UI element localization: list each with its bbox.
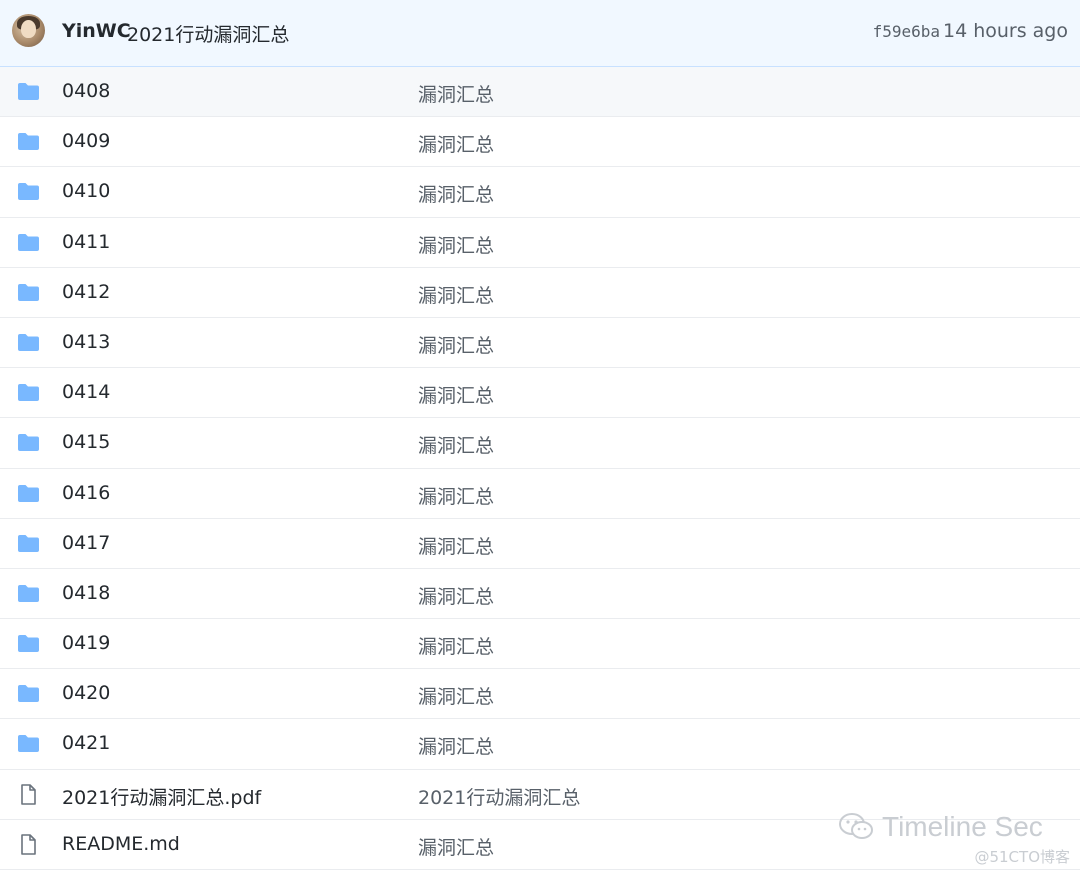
commit-message-link[interactable]: 2021行动漏洞汇总 xyxy=(127,20,289,47)
folder-name-link[interactable]: 0417 xyxy=(62,532,110,554)
commit-age: 14 hours ago xyxy=(942,20,1068,42)
folder-icon xyxy=(17,484,40,503)
folder-name-link[interactable]: 0419 xyxy=(62,632,110,654)
file-row[interactable]: 0413 漏洞汇总 xyxy=(0,317,1080,369)
folder-name-link[interactable]: 0414 xyxy=(62,381,110,403)
file-row[interactable]: 0421 漏洞汇总 xyxy=(0,719,1080,770)
commit-message-link[interactable]: 漏洞汇总 xyxy=(418,582,494,609)
file-row[interactable]: 0411 漏洞汇总 xyxy=(0,217,1080,268)
folder-name-link[interactable]: 0413 xyxy=(62,331,110,353)
folder-icon xyxy=(17,734,40,753)
folder-icon xyxy=(17,684,40,703)
file-row[interactable]: 0412 漏洞汇总 xyxy=(0,267,1080,318)
folder-name-link[interactable]: 0415 xyxy=(62,431,110,453)
file-icon xyxy=(17,834,40,855)
commit-message-link[interactable]: 2021行动漏洞汇总 xyxy=(418,783,580,810)
latest-commit-header: YinWC 2021行动漏洞汇总 f59e6ba 14 hours ago xyxy=(0,0,1080,67)
avatar-face xyxy=(21,20,36,38)
file-row[interactable]: 0419 漏洞汇总 xyxy=(0,619,1080,670)
file-row[interactable]: 0417 漏洞汇总 xyxy=(0,518,1080,569)
file-name-link[interactable]: 2021行动漏洞汇总.pdf xyxy=(62,783,261,810)
folder-icon xyxy=(17,584,40,603)
commit-message-link[interactable]: 漏洞汇总 xyxy=(418,632,494,659)
file-row[interactable]: 0414 漏洞汇总 xyxy=(0,368,1080,419)
wechat-icon xyxy=(839,813,873,839)
folder-name-link[interactable]: 0411 xyxy=(62,231,110,253)
folder-name-link[interactable]: 0418 xyxy=(62,582,110,604)
watermark-site: @51CTO博客 xyxy=(974,848,1070,866)
commit-message-link[interactable]: 漏洞汇总 xyxy=(418,532,494,559)
folder-name-link[interactable]: 0420 xyxy=(62,682,110,704)
file-name-link[interactable]: README.md xyxy=(62,833,180,855)
folder-icon xyxy=(17,283,40,302)
commit-message-link[interactable]: 漏洞汇总 xyxy=(418,381,494,408)
file-row[interactable]: 0410 漏洞汇总 xyxy=(0,167,1080,218)
watermark-brand-text: Timeline Sec xyxy=(882,811,1043,842)
folder-name-link[interactable]: 0416 xyxy=(62,482,110,504)
folder-icon xyxy=(17,233,40,252)
file-row[interactable]: 0408 漏洞汇总 xyxy=(0,67,1080,118)
folder-icon xyxy=(17,534,40,553)
file-row[interactable]: 0420 漏洞汇总 xyxy=(0,669,1080,720)
commit-message-link[interactable]: 漏洞汇总 xyxy=(418,431,494,458)
commit-message-link[interactable]: 漏洞汇总 xyxy=(418,130,494,157)
folder-name-link[interactable]: 0410 xyxy=(62,180,110,202)
folder-icon xyxy=(17,383,40,402)
folder-icon xyxy=(17,132,40,151)
file-list: 0408 漏洞汇总 0409 漏洞汇总 0410 漏洞汇总 0411 漏洞汇总 0412 漏洞汇总… xyxy=(0,67,1080,870)
file-row[interactable]: 0416 漏洞汇总 xyxy=(0,468,1080,519)
folder-name-link[interactable]: 0409 xyxy=(62,130,110,152)
commit-message-link[interactable]: 漏洞汇总 xyxy=(418,80,494,107)
commit-message-link[interactable]: 漏洞汇总 xyxy=(418,833,494,860)
file-row[interactable]: 0418 漏洞汇总 xyxy=(0,568,1080,620)
commit-sha-link[interactable]: f59e6ba xyxy=(873,22,940,41)
commit-message-link[interactable]: 漏洞汇总 xyxy=(418,180,494,207)
avatar[interactable] xyxy=(12,14,45,47)
commit-message-link[interactable]: 漏洞汇总 xyxy=(418,682,494,709)
folder-name-link[interactable]: 0421 xyxy=(62,732,110,754)
commit-message-link[interactable]: 漏洞汇总 xyxy=(418,732,494,759)
commit-author-link[interactable]: YinWC xyxy=(62,20,131,42)
folder-icon xyxy=(17,634,40,653)
folder-name-link[interactable]: 0412 xyxy=(62,281,110,303)
folder-icon xyxy=(17,433,40,452)
commit-message-link[interactable]: 漏洞汇总 xyxy=(418,281,494,308)
commit-message-link[interactable]: 漏洞汇总 xyxy=(418,231,494,258)
folder-icon xyxy=(17,333,40,352)
file-icon xyxy=(17,783,40,805)
file-row[interactable]: 0415 漏洞汇总 xyxy=(0,418,1080,469)
commit-message-link[interactable]: 漏洞汇总 xyxy=(418,482,494,509)
file-row[interactable]: 0409 漏洞汇总 xyxy=(0,117,1080,168)
folder-name-link[interactable]: 0408 xyxy=(62,80,110,102)
commit-message-link[interactable]: 漏洞汇总 xyxy=(418,331,494,358)
folder-icon xyxy=(17,82,40,101)
watermark-brand: Timeline Sec xyxy=(838,811,1043,843)
folder-icon xyxy=(17,182,40,201)
